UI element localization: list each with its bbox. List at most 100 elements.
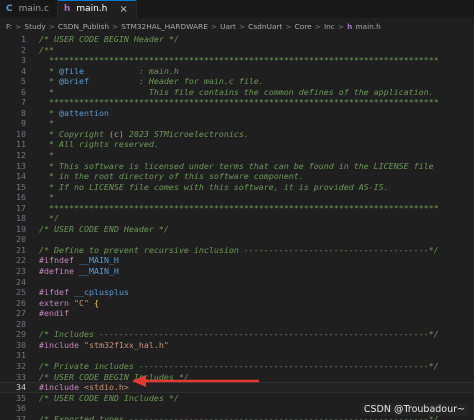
line-number: 34 (16, 382, 26, 393)
chevron-right-icon: > (210, 21, 218, 31)
code-line[interactable]: 21 /* Define to prevent recursive inclusi… (0, 245, 474, 256)
tab-main-c[interactable]: C main.c (0, 0, 58, 18)
breadcrumb-item[interactable]: Core (295, 22, 312, 31)
token-com: * (39, 118, 54, 129)
code-text: /* USER CODE END Header */ (39, 224, 169, 235)
code-line[interactable]: 16 * (0, 192, 474, 203)
code-text: ****************************************… (39, 203, 439, 214)
code-text: * @brief : Header for main.c file. (39, 76, 264, 87)
code-text: /* USER CODE END Includes */ (39, 393, 179, 404)
code-line[interactable]: 32 /* Private includes ------------------… (0, 361, 474, 372)
code-line[interactable]: 15 * If no LICENSE file comes with this … (0, 182, 474, 193)
chevron-right-icon: > (337, 21, 345, 31)
code-line[interactable]: 27 #endif (0, 308, 474, 319)
code-line[interactable]: 10 * Copyright (c) 2023 STMicroelectroni… (0, 129, 474, 140)
code-text: /* USER CODE BEGIN Header */ (39, 34, 179, 45)
line-number: 12 (16, 150, 26, 161)
token-com: /* USER CODE END Includes */ (39, 392, 179, 403)
code-line[interactable]: 2 /** (0, 45, 474, 56)
breadcrumb-item[interactable]: STM32HAL_HARDWARE (121, 22, 208, 31)
line-number: 25 (16, 287, 26, 298)
code-text: * in the root directory of this software… (39, 171, 304, 182)
chevron-right-icon: > (48, 21, 55, 31)
token-com: * (39, 76, 59, 87)
line-number: 6 (21, 86, 26, 97)
line-number: 33 (16, 371, 26, 382)
code-line[interactable]: 24 (0, 277, 474, 288)
line-number: 4 (21, 65, 26, 76)
line-number: 22 (16, 255, 26, 266)
code-line[interactable]: 31 (0, 350, 474, 361)
close-icon[interactable]: × (119, 4, 127, 15)
editor-tab-bar: C main.c h main.h × (0, 0, 474, 18)
line-number: 5 (21, 76, 26, 87)
code-line[interactable]: 30 #include "stm32f1xx_hal.h" (0, 340, 474, 351)
line-number: 3 (21, 55, 26, 66)
code-line[interactable]: 22 #ifndef __MAIN_H (0, 255, 474, 266)
chevron-right-icon: > (15, 21, 22, 31)
token-com: ****************************************… (39, 55, 439, 66)
line-number: 26 (16, 297, 26, 308)
line-number: 31 (16, 350, 26, 361)
code-editor[interactable]: 1/* USER CODE BEGIN Header */2/** 3 *****… (0, 34, 474, 420)
code-line[interactable]: 6 * This file contains the common define… (0, 87, 474, 98)
breadcrumb-item[interactable]: CSDN_Publish (58, 22, 109, 31)
code-text: * @file : main.h (39, 66, 179, 77)
token-com: * This software is licensed under terms … (39, 160, 434, 171)
code-line[interactable]: 23 #define __MAIN_H (0, 266, 474, 277)
code-text: * (39, 150, 54, 161)
breadcrumb-item[interactable]: Inc (324, 22, 335, 31)
token-com: * (39, 150, 54, 161)
code-line[interactable]: 20 (0, 234, 474, 245)
code-line[interactable]: 9 * (0, 118, 474, 129)
code-text: ****************************************… (39, 97, 439, 108)
chevron-right-icon: > (285, 21, 292, 31)
tab-label: main.c (18, 4, 49, 14)
code-line[interactable]: 26 extern "C" { (0, 298, 474, 309)
token-macro: __MAIN_H (78, 255, 119, 266)
h-file-icon: h (347, 21, 353, 31)
code-line[interactable]: 18 */ (0, 213, 474, 224)
token-kw: extern (39, 297, 69, 308)
token-link: (c) (108, 128, 124, 139)
token-com: ****************************************… (39, 97, 439, 108)
token-dir: #ifdef (39, 287, 69, 298)
line-number: 35 (16, 392, 26, 403)
code-line[interactable]: 4 * @file : main.h (0, 66, 474, 77)
line-number: 2 (21, 44, 26, 55)
code-line[interactable]: 28 (0, 319, 474, 330)
breadcrumb-item[interactable]: F: (6, 22, 12, 31)
code-text: #include "stm32f1xx_hal.h" (39, 340, 169, 351)
token-com: */ (39, 213, 59, 224)
code-text: ****************************************… (39, 55, 439, 66)
code-line[interactable]: 35 /* USER CODE END Includes */ (0, 393, 474, 404)
breadcrumb-item[interactable]: main.h (355, 22, 381, 31)
code-line[interactable]: 12 * (0, 150, 474, 161)
code-line[interactable]: 3 **************************************… (0, 55, 474, 66)
code-line[interactable]: 11 * All rights reserved. (0, 139, 474, 150)
code-line[interactable]: 25 #ifdef __cplusplus (0, 287, 474, 298)
breadcrumb-item[interactable]: CsdnUart (248, 22, 282, 31)
annotation-arrow (132, 375, 260, 387)
line-number: 17 (16, 202, 26, 213)
breadcrumb-item[interactable]: Study (24, 22, 45, 31)
code-line[interactable]: 5 * @brief : Header for main.c file. (0, 76, 474, 87)
code-text: /** (39, 45, 54, 56)
code-line[interactable]: 17 *************************************… (0, 203, 474, 214)
line-number: 27 (16, 308, 26, 319)
token-macro: __MAIN_H (78, 266, 119, 277)
code-line[interactable]: 7 **************************************… (0, 97, 474, 108)
line-number: 16 (16, 192, 26, 203)
code-line[interactable]: 13 * This software is licensed under ter… (0, 161, 474, 172)
code-line[interactable]: 1 /* USER CODE BEGIN Header */ (0, 34, 474, 45)
tab-main-h[interactable]: h main.h × (57, 0, 137, 18)
code-line[interactable]: 29 /* Includes --------------------------… (0, 329, 474, 340)
code-text: * (39, 192, 54, 203)
code-line[interactable]: 14 * in the root directory of this softw… (0, 171, 474, 182)
code-line[interactable]: 8 * @attention (0, 108, 474, 119)
breadcrumb-item[interactable]: Uart (220, 22, 236, 31)
token-com: /* Define to prevent recursive inclusion… (39, 244, 439, 255)
code-line[interactable]: 19 /* USER CODE END Header */ (0, 224, 474, 235)
token-brace: { (93, 297, 99, 308)
line-number: 23 (16, 266, 26, 277)
